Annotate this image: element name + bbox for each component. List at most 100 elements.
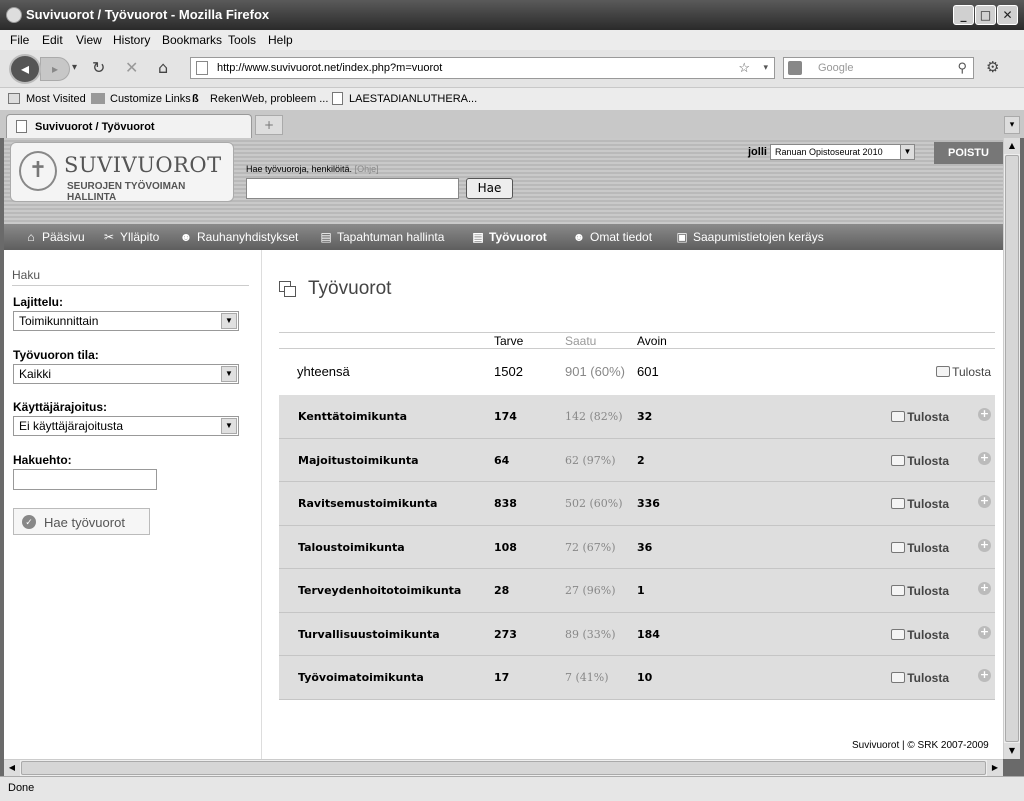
nav-item-tyovuorot[interactable]: ▤ Työvuorot (471, 230, 546, 244)
magnifier-icon[interactable]: ⚲ (957, 60, 967, 76)
user-icon: ☻ (572, 230, 586, 244)
menu-tools[interactable]: Tools (228, 33, 256, 47)
nav-item-tapahtuman-hallinta[interactable]: ▤ Tapahtuman hallinta (319, 230, 444, 244)
menu-help[interactable]: Help (268, 33, 293, 47)
browser-search-bar[interactable]: Google ⚲ (783, 57, 974, 79)
site-search-input[interactable] (246, 178, 459, 199)
committee-name[interactable]: Majoitustoimikunta (298, 454, 419, 467)
nav-label: Tapahtuman hallinta (337, 230, 445, 244)
nav-item-rauhanyhdistykset[interactable]: ☻ Rauhanyhdistykset (179, 230, 299, 244)
open-value: 36 (637, 540, 653, 554)
site-logo[interactable]: ✝ SUVIVUOROT SEUROJEN TYÖVOIMAN HALLINTA (10, 142, 234, 203)
help-link[interactable]: [Ohje] (355, 164, 379, 174)
new-tab-button[interactable]: + (255, 115, 283, 135)
expand-icon[interactable]: + (978, 538, 991, 552)
print-button[interactable]: Tulosta (891, 541, 949, 555)
expand-icon[interactable]: + (978, 495, 991, 508)
committee-name[interactable]: Ravitsemustoimikunta (298, 497, 437, 510)
print-button[interactable]: Tulosta (891, 584, 949, 598)
scroll-thumb[interactable] (21, 761, 986, 775)
user-limit-select[interactable]: Ei käyttäjärajoitusta ▼ (13, 416, 239, 436)
sort-select[interactable]: Toimikunnittain ▼ (13, 311, 239, 331)
committee-name[interactable]: Työvoimatoimikunta (298, 671, 424, 684)
table-row[interactable]: Kenttätoimikunta 174 142 (82%) 32 Tulost… (279, 395, 995, 439)
event-select[interactable]: Ranuan Opistoseurat 2010 ▼ (770, 144, 915, 160)
nav-item-yllapito[interactable]: ✂ Ylläpito (102, 230, 159, 244)
scroll-left-icon[interactable]: ◀ (4, 760, 20, 776)
menu-history[interactable]: History (113, 33, 150, 47)
reload-icon[interactable]: ↻ (92, 58, 105, 77)
close-button[interactable]: ✕ (997, 5, 1018, 25)
bookmark-laestadian[interactable]: LAESTADIANLUTHERA... (349, 93, 477, 105)
scroll-down-icon[interactable]: ▼ (1004, 743, 1020, 759)
vertical-scrollbar[interactable]: ▲ ▼ (1003, 138, 1020, 759)
menu-view[interactable]: View (76, 33, 102, 47)
print-button[interactable]: Tulosta (891, 671, 949, 685)
print-button[interactable]: Tulosta (891, 497, 949, 511)
nav-item-paasivu[interactable]: ⌂ Pääsivu (24, 230, 84, 244)
page-viewport: ✝ SUVIVUOROT SEUROJEN TYÖVOIMAN HALLINTA… (4, 138, 1003, 759)
search-engine-icon[interactable] (788, 61, 802, 75)
star-icon[interactable]: ☆ (738, 60, 750, 76)
tab-suvivuorot[interactable]: Suvivuorot / Työvuorot (6, 114, 252, 138)
expand-icon[interactable]: + (978, 408, 991, 421)
stop-icon[interactable]: ✕ (125, 58, 138, 77)
committee-name[interactable]: Taloustoimikunta (298, 541, 405, 554)
state-select[interactable]: Kaikki ▼ (13, 364, 239, 384)
forward-button[interactable]: ▸ (40, 57, 70, 81)
url-bar[interactable]: http://www.suvivuorot.net/index.php?m=vu… (190, 57, 775, 79)
back-button[interactable]: ◂ (9, 54, 41, 84)
nav-item-saapumistietojen-keruu[interactable]: ▣ Saapumistietojen keräys (675, 230, 823, 244)
scroll-up-icon[interactable]: ▲ (1004, 138, 1020, 154)
tab-list-icon[interactable]: ▾ (1004, 116, 1020, 134)
site-search-button[interactable]: Hae (466, 178, 513, 199)
expand-icon[interactable]: + (978, 669, 991, 682)
print-button[interactable]: Tulosta (891, 454, 949, 468)
horizontal-scrollbar[interactable]: ◀ ▶ (4, 759, 1003, 776)
need-value: 273 (494, 627, 517, 641)
addon-icon[interactable]: ⚙ (986, 58, 999, 76)
print-button[interactable]: Tulosta (891, 410, 949, 424)
maximize-button[interactable]: □ (975, 5, 996, 25)
scroll-right-icon[interactable]: ▶ (987, 760, 1003, 776)
menu-file[interactable]: File (10, 33, 29, 47)
menu-edit[interactable]: Edit (42, 33, 63, 47)
committee-name[interactable]: Terveydenhoitotoimikunta (298, 584, 461, 597)
expand-icon[interactable]: + (978, 625, 991, 639)
print-total-button[interactable]: Tulosta (936, 365, 991, 379)
print-button[interactable]: Tulosta (891, 628, 949, 642)
divider (279, 332, 995, 333)
table-row[interactable]: Majoitustoimikunta 64 62 (97%) 2 Tulosta… (279, 438, 995, 482)
bookmark-customize-links[interactable]: Customize Links (110, 93, 191, 105)
url-dropdown-icon[interactable]: ▾ (763, 62, 768, 73)
committee-name[interactable]: Kenttätoimikunta (298, 410, 407, 423)
minimize-button[interactable]: _ (953, 5, 974, 25)
menu-bookmarks[interactable]: Bookmarks (162, 33, 222, 47)
scroll-thumb[interactable] (1005, 155, 1019, 742)
home-icon[interactable]: ⌂ (158, 58, 168, 77)
expand-icon[interactable]: + (978, 451, 991, 465)
criteria-input[interactable] (13, 469, 157, 490)
committee-name[interactable]: Turvallisuustoimikunta (298, 628, 440, 641)
logout-button[interactable]: POISTU (934, 142, 1003, 164)
total-row: yhteensä 1502 901 (60%) 601 Tulosta (279, 349, 995, 394)
need-value: 838 (494, 497, 517, 510)
user-limit-select-value: Ei käyttäjärajoitusta (19, 419, 124, 433)
open-value: 1 (637, 584, 645, 597)
tab-title: Suvivuorot / Työvuorot (35, 121, 155, 133)
table-row[interactable]: Terveydenhoitotoimikunta 28 27 (96%) 1 T… (279, 569, 995, 613)
history-dropdown-icon[interactable]: ▾ (72, 62, 77, 73)
search-shifts-button[interactable]: ✓ Hae työvuorot (13, 508, 150, 535)
logo-subtitle: SEUROJEN TYÖVOIMAN HALLINTA (67, 181, 186, 203)
table-row[interactable]: Taloustoimikunta 108 72 (67%) 36 Tulosta… (279, 525, 995, 569)
table-row[interactable]: Turvallisuustoimikunta 273 89 (33%) 184 … (279, 612, 995, 656)
table-row[interactable]: Työvoimatoimikunta 17 7 (41%) 10 Tulosta… (279, 656, 995, 700)
table-row[interactable]: Ravitsemustoimikunta 838 502 (60%) 336 T… (279, 482, 995, 526)
expand-icon[interactable]: + (978, 582, 991, 595)
nav-item-omat-tiedot[interactable]: ☻ Omat tiedot (572, 230, 652, 244)
site-search-text: Hae työvuoroja, henkilöitä. (246, 164, 353, 174)
tools-icon: ✂ (103, 230, 115, 244)
main-content: Työvuorot Tarve Saatu Avoin yhteensä 150… (262, 250, 1003, 759)
bookmark-rekenweb[interactable]: RekenWeb, probleem ... (210, 93, 328, 105)
bookmark-most-visited[interactable]: Most Visited (26, 93, 86, 105)
